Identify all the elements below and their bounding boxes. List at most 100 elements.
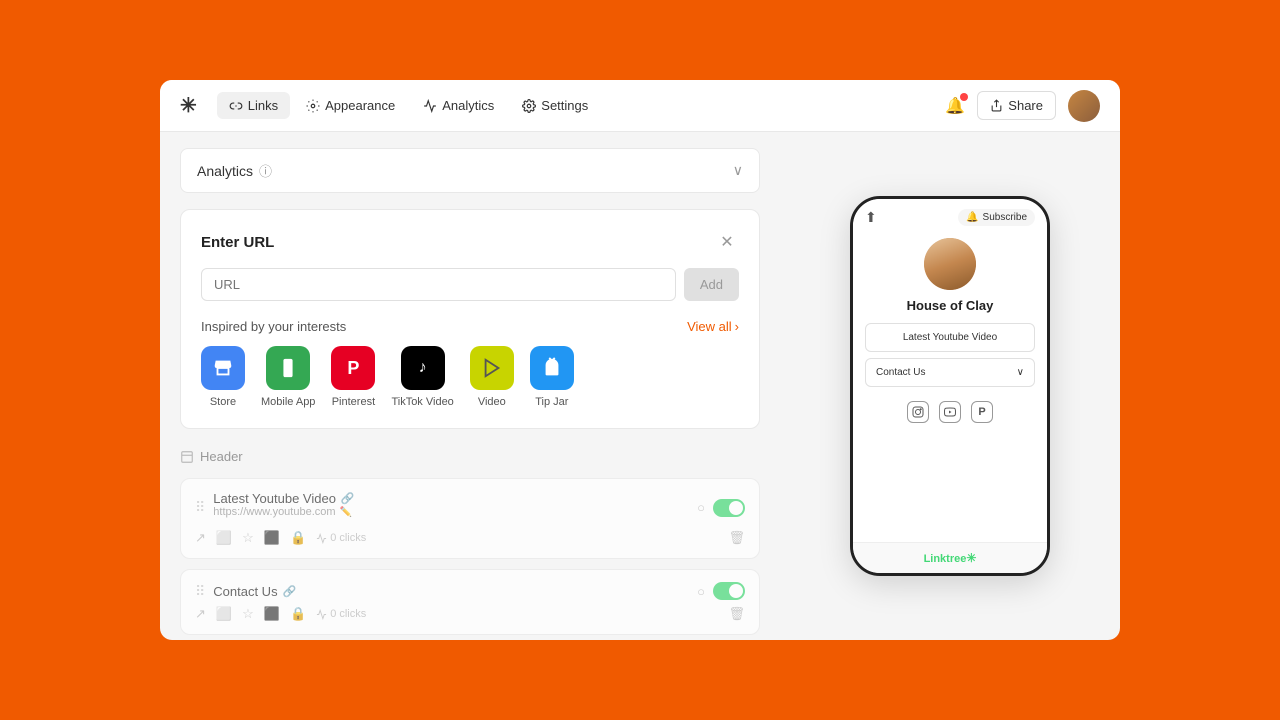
- analytics-icon: [423, 99, 437, 113]
- phone-subscribe-button[interactable]: 🔔 Subscribe: [958, 209, 1035, 226]
- appearance-icon: [306, 99, 320, 113]
- link-1-action-share[interactable]: ↗: [195, 530, 206, 546]
- analytics-label-group: Analytics ⓘ: [197, 161, 272, 180]
- link-1-url: https://www.youtube.com ✏️: [213, 506, 354, 518]
- link-1-controls: ○: [697, 499, 745, 517]
- nav-item-links[interactable]: Links: [217, 92, 290, 119]
- link-2-action-lock[interactable]: 🔒: [290, 606, 306, 622]
- icon-store[interactable]: Store: [201, 346, 245, 408]
- settings-icon: [522, 99, 536, 113]
- link-2-info: Contact Us 🔗: [213, 584, 296, 599]
- clicks-icon-1: [316, 533, 327, 544]
- nav-item-settings[interactable]: Settings: [510, 92, 600, 119]
- url-input[interactable]: [201, 268, 676, 301]
- phone-footer-brand: Linktree: [924, 553, 967, 565]
- icon-tiktok[interactable]: ♪ TikTok Video: [391, 346, 453, 408]
- share-button[interactable]: Share: [977, 91, 1056, 120]
- pinterest-social-icon: P: [978, 406, 985, 418]
- nav-item-appearance[interactable]: Appearance: [294, 92, 407, 119]
- link-1-clicks: 0 clicks: [316, 532, 366, 544]
- phone-instagram-icon[interactable]: [907, 401, 929, 423]
- store-icon-box: [201, 346, 245, 390]
- icon-pinterest[interactable]: P Pinterest: [331, 346, 375, 408]
- link-2-toggle[interactable]: [713, 582, 745, 600]
- phone-link-btn-1[interactable]: Latest Youtube Video: [865, 323, 1035, 352]
- nav-item-analytics[interactable]: Analytics: [411, 92, 506, 119]
- phone-avatar: [924, 238, 976, 290]
- right-panel: ⬆ 🔔 Subscribe House of Clay Latest Youtu…: [780, 132, 1120, 640]
- link-1-action-image[interactable]: ⬜: [216, 530, 232, 546]
- link-2-delete-icon[interactable]: 🗑: [728, 606, 745, 622]
- phone-content: House of Clay Latest Youtube Video Conta…: [853, 232, 1047, 542]
- user-avatar[interactable]: [1068, 90, 1100, 122]
- link-2-edit-icon[interactable]: 🔗: [283, 585, 297, 598]
- link-2-action-share[interactable]: ↗: [195, 606, 206, 622]
- store-label: Store: [210, 396, 236, 408]
- mobile-label: Mobile App: [261, 396, 315, 408]
- mobile-icon-box: [266, 346, 310, 390]
- drag-handle-2[interactable]: ⠿: [195, 583, 205, 600]
- tiktok-icon-box: ♪: [401, 346, 445, 390]
- nav-appearance-label: Appearance: [325, 98, 395, 113]
- view-all-button[interactable]: View all ›: [687, 319, 739, 334]
- header-section-icon: [180, 450, 194, 464]
- tiktok-icon: ♪: [419, 359, 427, 377]
- link-1-action-schedule[interactable]: ⬛: [264, 530, 280, 546]
- link-2-preview-icon[interactable]: ○: [697, 584, 705, 599]
- link-1-title: Latest Youtube Video 🔗: [213, 491, 354, 506]
- link-item-1-top: ⠿ Latest Youtube Video 🔗 https://www.you…: [195, 491, 745, 524]
- links-icon: [229, 99, 243, 113]
- url-card-title: Enter URL: [201, 234, 274, 251]
- left-panel: Analytics ⓘ ∨ Enter URL ✕ Add Inspired b…: [160, 132, 780, 640]
- notifications-button[interactable]: 🔔: [945, 96, 965, 116]
- link-1-info: Latest Youtube Video 🔗 https://www.youtu…: [213, 491, 354, 524]
- link-1-action-lock[interactable]: 🔒: [290, 530, 306, 546]
- link-item-2: ⠿ Contact Us 🔗 ○ ↗: [180, 569, 760, 635]
- link-2-action-image[interactable]: ⬜: [216, 606, 232, 622]
- section-header: Header: [180, 445, 760, 468]
- youtube-svg: [944, 406, 956, 418]
- drag-handle-1[interactable]: ⠿: [195, 499, 205, 516]
- tipjar-icon: [541, 357, 563, 379]
- link-item-2-top: ⠿ Contact Us 🔗 ○: [195, 582, 745, 600]
- pinterest-icon: P: [347, 358, 359, 379]
- link-2-action-star[interactable]: ☆: [242, 606, 254, 622]
- logo[interactable]: ✳: [180, 93, 197, 118]
- link-1-actions: ↗ ⬜ ☆ ⬛ 🔒 0 clicks 🗑: [195, 530, 745, 546]
- instagram-svg: [912, 406, 924, 418]
- link-1-edit-icon[interactable]: 🔗: [341, 492, 355, 505]
- link-1-delete-icon[interactable]: 🗑: [728, 530, 745, 546]
- mobile-icon: [277, 357, 299, 379]
- link-2-clicks: 0 clicks: [316, 608, 366, 620]
- url-add-button[interactable]: Add: [684, 268, 739, 301]
- url-card: Enter URL ✕ Add Inspired by your interes…: [180, 209, 760, 429]
- analytics-info-icon[interactable]: ⓘ: [259, 161, 272, 180]
- link-1-preview-icon[interactable]: ○: [697, 500, 705, 515]
- phone-top-bar: ⬆ 🔔 Subscribe: [853, 199, 1047, 232]
- phone-footer: Linktree✳: [853, 542, 1047, 573]
- link-1-action-star[interactable]: ☆: [242, 530, 254, 546]
- share-icon: [990, 99, 1003, 112]
- analytics-text: Analytics: [197, 163, 253, 179]
- icon-mobile-app[interactable]: Mobile App: [261, 346, 315, 408]
- phone-share-icon[interactable]: ⬆: [865, 209, 877, 226]
- link-2-title: Contact Us 🔗: [213, 584, 296, 599]
- link-1-url-edit[interactable]: ✏️: [340, 507, 352, 518]
- content-area: Analytics ⓘ ∨ Enter URL ✕ Add Inspired b…: [160, 132, 1120, 640]
- url-card-close-button[interactable]: ✕: [715, 230, 739, 254]
- icon-tipjar[interactable]: Tip Jar: [530, 346, 574, 408]
- link-1-toggle[interactable]: [713, 499, 745, 517]
- phone-link-dropdown-1[interactable]: Contact Us ∨: [865, 358, 1035, 387]
- phone-pinterest-icon[interactable]: P: [971, 401, 993, 423]
- phone-footer-star: ✳: [966, 551, 976, 565]
- phone-youtube-icon[interactable]: [939, 401, 961, 423]
- video-icon: [481, 357, 503, 379]
- video-icon-box: [470, 346, 514, 390]
- phone-link-dropdown-text: Contact Us: [876, 367, 925, 378]
- subscribe-label: Subscribe: [983, 212, 1027, 223]
- link-2-controls: ○: [697, 582, 745, 600]
- link-2-action-schedule[interactable]: ⬛: [264, 606, 280, 622]
- icon-video[interactable]: Video: [470, 346, 514, 408]
- phone-profile-name: House of Clay: [907, 298, 994, 313]
- analytics-chevron-icon[interactable]: ∨: [733, 162, 743, 179]
